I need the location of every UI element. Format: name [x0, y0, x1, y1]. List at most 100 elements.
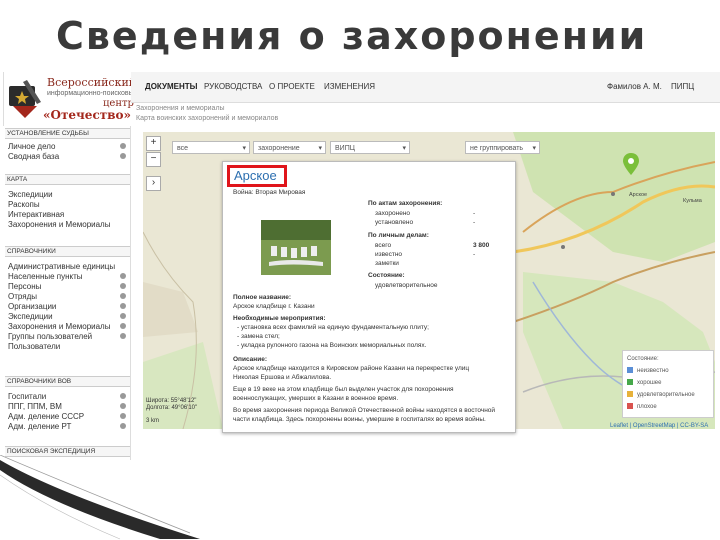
- map-place-label: Арское: [629, 192, 648, 198]
- sidebar-item-label: Персоны: [8, 282, 42, 291]
- sidebar-section-wwii-references: СПРАВОЧНИКИ ВОВ: [5, 376, 130, 387]
- logo-line4: «Отечество»: [43, 108, 132, 122]
- sidebar-item-personal-file[interactable]: Личное дело: [8, 142, 128, 151]
- sidebar-item-squads[interactable]: Отряды: [8, 292, 128, 301]
- sidebar-item-settlements[interactable]: Населенные пункты: [8, 272, 128, 281]
- sidebar-item-label: Экспедиции: [8, 312, 53, 321]
- logo[interactable]: Всероссийский информационно-поисковый це…: [3, 72, 138, 124]
- sidebar-item-rt-division[interactable]: Адм. деление РТ: [8, 422, 128, 431]
- sidebar-item-burials-map[interactable]: Захоронения и Мемориалы: [8, 220, 128, 229]
- user-name[interactable]: Фамилов А. М.: [607, 82, 662, 91]
- popup-identified-value: -: [473, 219, 476, 226]
- popup-full-name-header: Полное название:: [233, 294, 292, 301]
- sidebar-item-hospitals[interactable]: Госпитали: [8, 392, 128, 401]
- sidebar-section-references: СПРАВОЧНИКИ: [5, 246, 130, 257]
- filter-grouping-select[interactable]: не группировать: [465, 141, 540, 155]
- filter-war-select[interactable]: все: [172, 141, 250, 155]
- map-pin-icon[interactable]: [623, 153, 639, 175]
- sidebar-item-field-hospitals[interactable]: ППГ, ППМ, ВМ: [8, 402, 128, 411]
- legend-swatch: [627, 403, 633, 410]
- legend-label: хорошее: [637, 380, 662, 386]
- filter-org-select[interactable]: ВИПЦ: [330, 141, 410, 155]
- popup-acts-header: По актам захоронения:: [368, 200, 443, 207]
- popup-description-header: Описание:: [233, 356, 267, 363]
- popup-war: Война: Вторая Мировая: [233, 189, 306, 196]
- popup-state-header: Состояние:: [368, 272, 405, 279]
- popup-description-line: Арское кладбище находится в Кировском ра…: [233, 365, 470, 372]
- legend-swatch: [627, 379, 633, 386]
- popup-total-value: 3 800: [473, 242, 490, 249]
- sidebar-item-admin-units[interactable]: Административные единицы: [8, 262, 128, 271]
- burial-photo[interactable]: [261, 220, 331, 275]
- nav-about[interactable]: О ПРОЕКТЕ: [269, 82, 315, 91]
- legend-label: неизвестно: [637, 368, 669, 374]
- map-longitude: Долгота: 49°06'10": [146, 405, 198, 411]
- gear-icon[interactable]: [120, 423, 126, 429]
- panel-toggle-button[interactable]: ›: [146, 176, 161, 191]
- sidebar-item-summary-base[interactable]: Сводная база: [8, 152, 128, 161]
- sidebar-item-expeditions[interactable]: Экспедиции: [8, 190, 128, 199]
- legend-title: Состояние:: [627, 356, 659, 362]
- logo-line2: информационно-поисковый: [47, 90, 138, 97]
- gear-icon[interactable]: [120, 333, 126, 339]
- sidebar-item-expeditions-ref[interactable]: Экспедиции: [8, 312, 128, 321]
- legend-item: неизвестно: [627, 367, 669, 375]
- slide-title: Сведения о захоронении: [56, 14, 648, 58]
- gear-icon[interactable]: [120, 143, 126, 149]
- sidebar-section-fate: УСТАНОВЛЕНИЕ СУДЬБЫ: [5, 128, 130, 139]
- logo-line1: Всероссийский: [47, 76, 137, 89]
- sidebar-item-label: Отряды: [8, 292, 37, 301]
- legend-swatch: [627, 367, 633, 374]
- nav-documents[interactable]: ДОКУМЕНТЫ: [145, 82, 197, 91]
- popup-known-label: известно: [375, 251, 403, 258]
- map-place-label: Кульма: [683, 198, 702, 204]
- sidebar-section-map: КАРТА: [5, 174, 130, 185]
- breadcrumb-line1[interactable]: Захоронения и мемориалы: [136, 104, 278, 114]
- sidebar-item-label: Группы пользователей: [8, 332, 93, 341]
- zoom-in-button[interactable]: +: [146, 136, 161, 151]
- gear-icon[interactable]: [120, 403, 126, 409]
- sidebar-item-persons[interactable]: Персоны: [8, 282, 128, 291]
- sidebar-item-burials-ref[interactable]: Захоронения и Мемориалы: [8, 322, 128, 331]
- legend-item: плохое: [627, 403, 657, 411]
- gear-icon[interactable]: [120, 323, 126, 329]
- gear-icon[interactable]: [120, 393, 126, 399]
- legend-item: удовлетворительное: [627, 391, 695, 399]
- sidebar-item-label: Захоронения и Мемориалы: [8, 322, 111, 331]
- nav-changes[interactable]: ИЗМЕНЕНИЯ: [324, 82, 375, 91]
- gear-icon[interactable]: [120, 283, 126, 289]
- popup-description-line: военнослужащих, умерших в Казани в военн…: [233, 395, 399, 402]
- sidebar-item-user-groups[interactable]: Группы пользователей: [8, 332, 128, 341]
- map-legend: Состояние: неизвестно хорошее удовлетвор…: [622, 350, 714, 418]
- gear-icon[interactable]: [120, 313, 126, 319]
- legend-item: хорошее: [627, 379, 661, 387]
- map-attribution[interactable]: Leaflet | OpenStreetMap | CC-BY-SA: [610, 423, 708, 429]
- sidebar-item-label: Населенные пункты: [8, 272, 83, 281]
- sidebar-item-users[interactable]: Пользователи: [8, 342, 128, 351]
- nav-manuals[interactable]: РУКОВОДСТВА: [204, 82, 262, 91]
- gear-icon[interactable]: [120, 153, 126, 159]
- map-latitude: Широта: 55°48'12": [146, 398, 197, 404]
- sidebar-item-organizations[interactable]: Организации: [8, 302, 128, 311]
- gear-icon[interactable]: [120, 273, 126, 279]
- popup-buried-label: захоронено: [375, 210, 411, 217]
- filter-type-select[interactable]: захоронение: [253, 141, 326, 155]
- org-name[interactable]: ПИПЦ: [671, 82, 694, 91]
- popup-buried-value: -: [473, 210, 476, 217]
- popup-known-value: -: [473, 251, 476, 258]
- gear-icon[interactable]: [120, 303, 126, 309]
- popup-measure-item: - замена стел;: [237, 333, 280, 340]
- zoom-out-button[interactable]: −: [146, 152, 161, 167]
- sidebar-item-interactive[interactable]: Интерактивная: [8, 210, 128, 219]
- popup-title: Арское: [227, 165, 287, 187]
- gear-icon[interactable]: [120, 413, 126, 419]
- sidebar-item-label: ППГ, ППМ, ВМ: [8, 402, 62, 411]
- sidebar-item-excavations[interactable]: Раскопы: [8, 200, 128, 209]
- legend-label: плохое: [637, 404, 657, 410]
- popup-description-line: части кладбища. Здесь похоронены воины, …: [233, 416, 486, 423]
- gear-icon[interactable]: [120, 293, 126, 299]
- sidebar-item-ussr-division[interactable]: Адм. деление СССР: [8, 412, 128, 421]
- legend-swatch: [627, 391, 633, 398]
- sidebar-item-label: Госпитали: [8, 392, 47, 401]
- popup-full-name-value: Арское кладбище г. Казани: [233, 303, 315, 310]
